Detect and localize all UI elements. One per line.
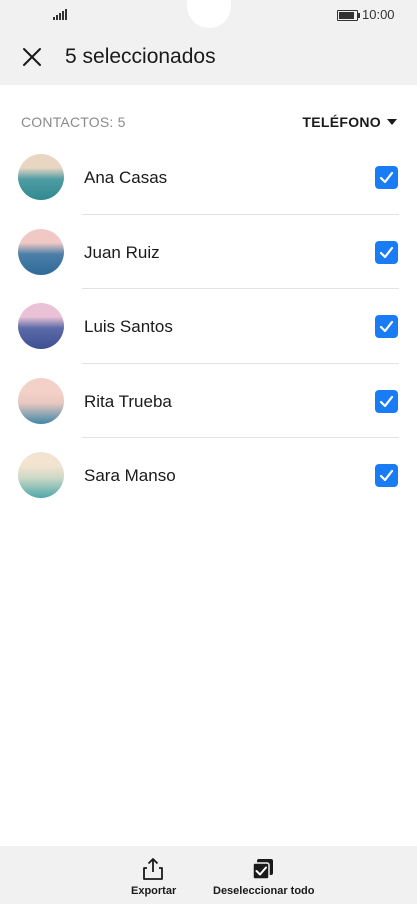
checkmark-icon [379,470,394,482]
export-button[interactable]: Exportar [125,846,181,904]
contact-row[interactable]: Juan Ruiz [0,215,417,290]
contacts-list: Ana Casas Juan Ruiz Luis Santos Rita Tru… [0,140,417,513]
avatar [18,228,64,275]
contact-checkbox[interactable] [375,389,398,413]
checkmark-icon [379,321,394,333]
contact-row[interactable]: Rita Trueba [0,364,417,439]
avatar [18,452,64,499]
export-label: Exportar [131,885,177,897]
select-all-icon [252,859,273,880]
contact-name: Juan Ruiz [84,242,160,262]
bottom-action-bar: Exportar Deseleccionar todo [0,846,417,904]
contact-name: Sara Manso [84,466,176,486]
contact-row[interactable]: Sara Manso [0,438,417,513]
checkmark-icon [379,171,394,184]
close-button[interactable] [16,41,48,73]
close-icon [23,48,41,66]
page-title: 5 seleccionados [65,45,216,68]
contact-name: Luis Santos [84,317,173,337]
sort-dropdown[interactable]: TELÉFONO [302,110,397,134]
checkmark-icon [379,246,394,258]
contact-row[interactable]: Luis Santos [0,289,417,364]
share-export-icon [143,858,163,880]
list-header: CONTACTOS: 5 TELÉFONO [0,106,417,136]
camera-notch [187,0,231,28]
signal-icon [53,9,67,20]
caret-down-icon [387,119,397,125]
status-bar: 10:00 [0,0,417,30]
contact-name: Rita Trueba [84,391,172,411]
contact-row[interactable]: Ana Casas [0,140,417,215]
avatar [18,303,64,350]
deselect-all-label: Deseleccionar todo [213,885,315,897]
contact-checkbox[interactable] [375,464,398,488]
checkmark-icon [379,395,394,407]
selection-header: 5 seleccionados [0,30,417,85]
deselect-all-button[interactable]: Deseleccionar todo [212,846,316,904]
contact-name: Ana Casas [84,168,168,187]
contacts-count: CONTACTOS: 5 [21,114,126,130]
avatar [18,154,64,200]
sort-label: TELÉFONO [302,114,381,130]
battery-icon [337,10,360,21]
status-time: 10:00 [362,7,395,22]
avatar [18,377,64,424]
contact-checkbox[interactable] [375,315,398,339]
contact-checkbox[interactable] [375,166,398,189]
contact-checkbox[interactable] [375,240,398,264]
